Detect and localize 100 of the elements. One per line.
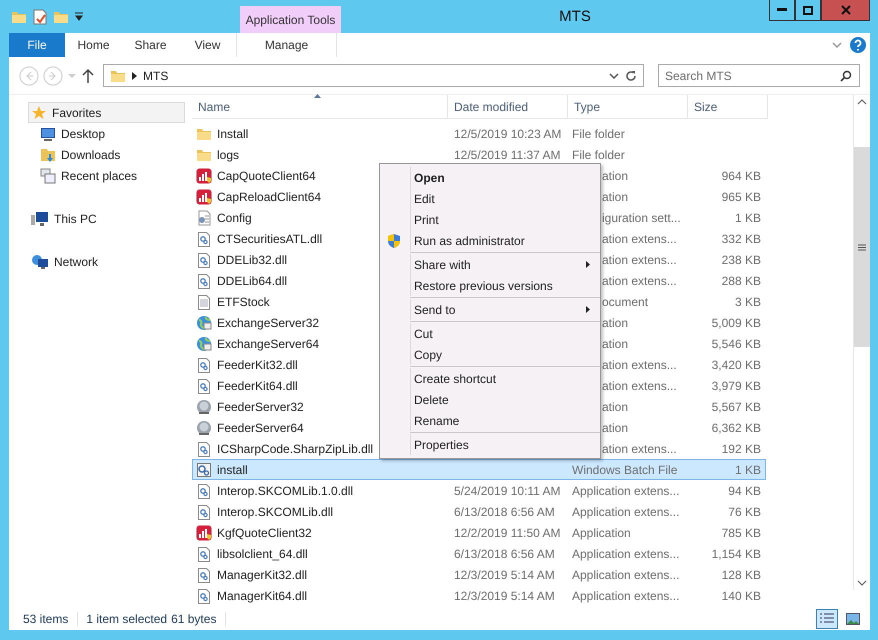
file-name[interactable]: ExchangeServer32 bbox=[217, 316, 320, 330]
file-name[interactable]: CapQuoteClient64 bbox=[217, 168, 316, 182]
desktop-icon bbox=[40, 126, 56, 142]
selection-status: 1 item selected bbox=[86, 612, 168, 626]
ribbon-tab[interactable]: File bbox=[9, 33, 65, 57]
selection-size: 61 bytes bbox=[171, 612, 226, 626]
file-size: 192 KB bbox=[722, 442, 761, 456]
vertical-scrollbar[interactable] bbox=[853, 95, 870, 590]
nav-item[interactable]: Favorites bbox=[28, 102, 185, 123]
file-name[interactable]: Config bbox=[217, 210, 252, 224]
refresh-icon[interactable] bbox=[625, 70, 637, 82]
date-modified: 12/5/2019 11:37 AM bbox=[454, 148, 561, 162]
file-size: 1,154 KB bbox=[712, 546, 761, 560]
recent-places-icon bbox=[40, 168, 56, 184]
file-size: 128 KB bbox=[722, 568, 761, 582]
file-size: 3 KB bbox=[734, 294, 761, 308]
file-size: 6,362 KB bbox=[712, 420, 761, 434]
download-folder-icon bbox=[40, 146, 56, 162]
file-type: Application extens... bbox=[572, 588, 680, 602]
dll-file-icon bbox=[196, 272, 212, 288]
file-size: 1 KB bbox=[734, 210, 761, 224]
file-size: 76 KB bbox=[728, 504, 761, 518]
ribbon-tab[interactable]: Manage bbox=[236, 33, 337, 57]
column-header[interactable]: Date modified bbox=[448, 95, 568, 118]
file-name[interactable]: CTSecuritiesATL.dll bbox=[217, 232, 322, 246]
sphere-icon bbox=[196, 420, 212, 436]
file-name[interactable]: libsolclient_64.dll bbox=[217, 546, 308, 560]
close-button[interactable] bbox=[821, 0, 870, 21]
file-name[interactable]: Install bbox=[217, 126, 248, 140]
chevron-down-icon[interactable] bbox=[609, 72, 619, 78]
date-modified: 12/3/2019 5:14 AM bbox=[454, 568, 555, 582]
nav-item[interactable]: Network bbox=[28, 251, 185, 272]
nav-item[interactable]: This PC bbox=[28, 208, 185, 229]
file-name[interactable]: Interop.SKCOMLib.dll bbox=[217, 504, 334, 518]
nav-item[interactable]: Downloads bbox=[39, 144, 185, 165]
file-name[interactable]: ManagerKit32.dll bbox=[217, 568, 308, 582]
dll-file-icon bbox=[196, 378, 212, 394]
file-name[interactable]: DDELib64.dll bbox=[217, 274, 288, 288]
selected-file-row[interactable]: install Windows Batch File 1 KB bbox=[192, 459, 766, 480]
file-name: install bbox=[217, 462, 248, 476]
file-size: 140 KB bbox=[722, 588, 761, 602]
column-header[interactable]: Size bbox=[688, 95, 768, 118]
sphere-icon bbox=[196, 398, 212, 414]
file-size: 94 KB bbox=[728, 484, 761, 498]
address-bar[interactable]: MTS bbox=[103, 64, 644, 87]
close-icon bbox=[840, 5, 850, 15]
file-name[interactable]: CapReloadClient64 bbox=[217, 190, 322, 204]
date-modified: 5/24/2019 10:11 AM bbox=[454, 484, 561, 498]
context-tab-group: Application Tools bbox=[240, 6, 341, 33]
properties-icon[interactable] bbox=[33, 8, 47, 24]
file-type: File folder bbox=[572, 126, 625, 140]
file-type: ocument bbox=[602, 294, 648, 308]
file-name[interactable]: FeederServer32 bbox=[217, 400, 304, 414]
search-field[interactable]: Search MTS bbox=[658, 64, 860, 87]
column-header[interactable]: Type bbox=[568, 95, 688, 118]
scroll-thumb[interactable] bbox=[854, 147, 870, 347]
gears-file-icon bbox=[196, 462, 212, 478]
date-modified: 12/3/2019 5:14 AM bbox=[454, 588, 555, 602]
nav-item[interactable]: Desktop bbox=[39, 123, 185, 144]
file-name[interactable]: ExchangeServer64 bbox=[217, 336, 320, 350]
dll-file-icon bbox=[196, 546, 212, 562]
dll-file-icon bbox=[196, 504, 212, 520]
network-icon bbox=[31, 254, 49, 270]
nav-item[interactable]: Recent places bbox=[39, 165, 185, 186]
file-size: 785 KB bbox=[722, 526, 761, 540]
dll-file-icon bbox=[196, 252, 212, 268]
dll-file-icon bbox=[196, 566, 212, 582]
column-header[interactable]: Name bbox=[192, 95, 448, 118]
file-size: 332 KB bbox=[722, 232, 761, 246]
customize-dropdown-icon[interactable] bbox=[75, 12, 83, 22]
file-name[interactable]: DDELib32.dll bbox=[217, 252, 288, 266]
globe-icon bbox=[196, 336, 212, 352]
file-name[interactable]: ICSharpCode.SharpZipLib.dll bbox=[217, 442, 374, 456]
help-icon[interactable] bbox=[850, 37, 866, 53]
up-button[interactable] bbox=[81, 68, 95, 84]
file-name[interactable]: ETFStock bbox=[217, 294, 270, 308]
breadcrumb-arrow-icon bbox=[132, 72, 137, 80]
file-name[interactable]: FeederServer64 bbox=[217, 420, 304, 434]
minimize-icon bbox=[777, 8, 787, 12]
file-name[interactable]: FeederKit64.dll bbox=[217, 378, 298, 392]
file-name[interactable]: FeederKit32.dll bbox=[217, 358, 298, 372]
file-type: ation bbox=[602, 190, 628, 204]
dll-file-icon bbox=[196, 588, 212, 604]
minimize-button[interactable] bbox=[769, 0, 795, 21]
file-name[interactable]: KgfQuoteClient32 bbox=[217, 526, 312, 540]
file-type: ation bbox=[602, 420, 628, 434]
file-name[interactable]: ManagerKit64.dll bbox=[217, 588, 308, 602]
file-type: ation bbox=[602, 400, 628, 414]
file-type: ation bbox=[602, 336, 628, 350]
file-size: 238 KB bbox=[722, 252, 761, 266]
file-type: Application extens... bbox=[572, 484, 680, 498]
details-view-button[interactable] bbox=[816, 609, 838, 629]
file-type: iguration sett... bbox=[602, 210, 681, 224]
globe-icon bbox=[196, 314, 212, 330]
star-icon bbox=[31, 104, 47, 120]
image-icon bbox=[846, 613, 860, 625]
date-modified: 6/13/2018 6:56 AM bbox=[454, 504, 555, 518]
file-name[interactable]: logs bbox=[217, 148, 240, 162]
file-name[interactable]: Interop.SKCOMLib.1.0.dll bbox=[217, 484, 354, 498]
file-type: ation extens... bbox=[602, 232, 677, 246]
